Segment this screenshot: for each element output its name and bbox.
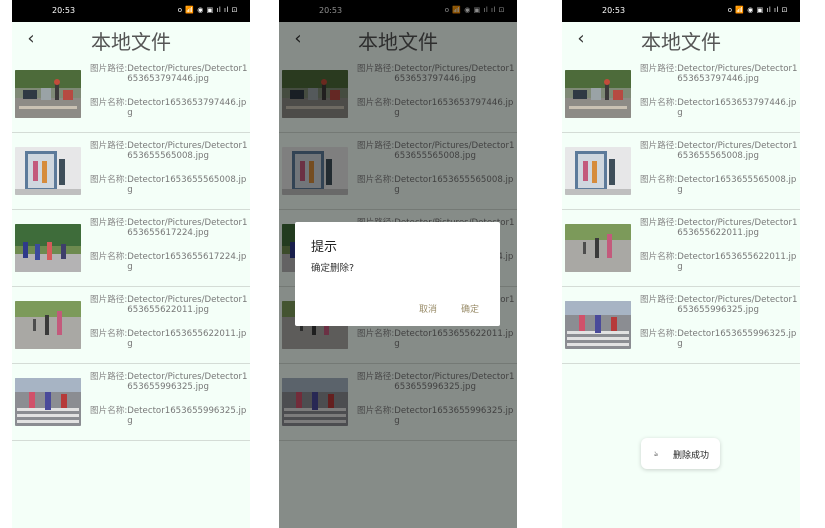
name-value: Detector1653653797446.jpg xyxy=(677,98,797,118)
thumbnail-image xyxy=(565,224,631,272)
name-label: 图片名称: xyxy=(640,175,678,185)
app-bar: ‹ 本地文件 xyxy=(12,22,250,56)
list-item[interactable]: 图片路径: Detector/Pictures/Detector165365556… xyxy=(562,133,800,210)
path-value: Detector/Pictures/Detector1653655622011.… xyxy=(677,218,798,238)
status-time: 20:53 xyxy=(52,6,76,15)
path-value: Detector/Pictures/Detector1653655996325.… xyxy=(127,372,248,392)
file-info: 图片路径:Detector/Pictures/Detector165365562… xyxy=(90,295,248,349)
path-value: Detector/Pictures/Detector1653655622011.… xyxy=(127,295,248,315)
thumbnail-image xyxy=(15,224,81,272)
file-list: 图片路径: Detector/Pictures/Detector165365379… xyxy=(562,56,800,364)
file-info: 图片路径: Detector/Pictures/Detector165365379… xyxy=(90,64,248,118)
path-value: Detector/Pictures/Detector1653655617224.… xyxy=(127,218,248,238)
name-label: 图片名称: xyxy=(640,329,678,339)
status-time: 20:53 xyxy=(602,6,626,15)
dialog-message: 确定删除? xyxy=(311,263,355,274)
file-info: 图片路径: Detector/Pictures/Detector165365556… xyxy=(90,141,248,195)
status-bar: 20:53 ᴏ 📶 ◉ ▣ ıl ıl ⊡ xyxy=(12,0,250,22)
name-label: 图片名称: xyxy=(90,175,128,185)
path-value: Detector/Pictures/Detector1653653797446.… xyxy=(677,64,798,84)
status-icons: ᴏ 📶 ◉ ▣ ıl ıl ⊡ xyxy=(177,6,238,14)
path-label: 图片路径: xyxy=(90,218,128,228)
list-item[interactable]: 图片路径: Detector/Pictures/Detector165365556… xyxy=(12,133,250,210)
name-value: Detector1653655565008.jpg xyxy=(677,175,797,195)
confirm-button[interactable]: 确定 xyxy=(461,302,479,315)
list-item[interactable]: 图片路径: Detector/Pictures/Detector165365379… xyxy=(12,56,250,133)
list-item[interactable]: 图片路径: Detector/Pictures/Detector165365379… xyxy=(562,56,800,133)
file-info: 图片路径: Detector/Pictures/Detector165365599… xyxy=(640,295,798,349)
name-label: 图片名称: xyxy=(90,329,128,339)
path-value: Detector/Pictures/Detector1653653797446.… xyxy=(127,64,248,84)
app-bar: ‹ 本地文件 xyxy=(562,22,800,56)
file-info: 图片路径:Detector/Pictures/Detector165365561… xyxy=(90,218,248,272)
path-value: Detector/Pictures/Detector1653655996325.… xyxy=(677,295,798,315)
thumbnail-image xyxy=(565,147,631,195)
name-value: Detector1653653797446.jpg xyxy=(127,98,247,118)
name-value: Detector1653655565008.jpg xyxy=(127,175,247,195)
list-item[interactable]: 图片路径: Detector/Pictures/Detector165365599… xyxy=(562,287,800,364)
status-bar: 20:53 ᴏ 📶 ◉ ▣ ıl ıl ⊡ xyxy=(562,0,800,22)
path-label: 图片路径: xyxy=(640,64,678,74)
file-info: 图片路径: Detector/Pictures/Detector165365556… xyxy=(640,141,798,195)
name-value: Detector1653655996325.jpg xyxy=(127,406,247,426)
file-info: 图片路径: Detector/Pictures/Detector165365599… xyxy=(90,372,248,426)
file-info: 图片路径:Detector/Pictures/Detector165365562… xyxy=(640,218,798,272)
path-label: 图片路径: xyxy=(640,218,678,228)
path-label: 图片路径: xyxy=(90,295,128,305)
thumbnail-image xyxy=(15,70,81,118)
page-title: 本地文件 xyxy=(91,30,171,54)
list-item[interactable]: 图片路径:Detector/Pictures/Detector165365561… xyxy=(12,210,250,287)
toast: ঌ 删除成功 xyxy=(641,438,720,469)
file-info: 图片路径: Detector/Pictures/Detector165365379… xyxy=(640,64,798,118)
confirm-delete-dialog: 提示 确定删除? 取消 确定 xyxy=(295,222,500,326)
name-label: 图片名称: xyxy=(90,252,128,262)
file-list: 图片路径: Detector/Pictures/Detector165365379… xyxy=(12,56,250,441)
path-label: 图片路径: xyxy=(90,64,128,74)
path-label: 图片路径: xyxy=(640,141,678,151)
name-value: Detector1653655622011.jpg xyxy=(677,252,797,272)
thumbnail-image xyxy=(15,301,81,349)
dialog-title: 提示 xyxy=(311,240,338,255)
phone-screen-list: 20:53 ᴏ 📶 ◉ ▣ ıl ıl ⊡ ‹ 本地文件 图片路径: Detect… xyxy=(12,0,250,528)
name-value: Detector1653655622011.jpg xyxy=(127,329,247,349)
page-title: 本地文件 xyxy=(641,30,721,54)
name-label: 图片名称: xyxy=(90,406,128,416)
list-item[interactable]: 图片路径:Detector/Pictures/Detector165365562… xyxy=(562,210,800,287)
name-value: Detector1653655996325.jpg xyxy=(677,329,797,349)
phone-screen-dialog: 20:53 ᴏ 📶 ◉ ▣ ıl ıl ⊡ ‹ 本地文件 图片路径: Detect… xyxy=(279,0,517,528)
list-item[interactable]: 图片路径:Detector/Pictures/Detector165365562… xyxy=(12,287,250,364)
name-label: 图片名称: xyxy=(640,98,678,108)
name-value: Detector1653655617224.jpg xyxy=(127,252,247,272)
app-icon: ঌ xyxy=(654,450,659,458)
thumbnail-image xyxy=(15,378,81,426)
status-icons: ᴏ 📶 ◉ ▣ ıl ıl ⊡ xyxy=(727,6,788,14)
name-label: 图片名称: xyxy=(640,252,678,262)
path-value: Detector/Pictures/Detector1653655565008.… xyxy=(127,141,248,161)
list-item[interactable]: 图片路径: Detector/Pictures/Detector165365599… xyxy=(12,364,250,441)
thumbnail-image xyxy=(565,70,631,118)
phone-screen-after-delete: 20:53 ᴏ 📶 ◉ ▣ ıl ıl ⊡ ‹ 本地文件 图片路径: Detect… xyxy=(562,0,800,528)
path-value: Detector/Pictures/Detector1653655565008.… xyxy=(677,141,798,161)
thumbnail-image xyxy=(565,301,631,349)
cancel-button[interactable]: 取消 xyxy=(419,302,437,315)
path-label: 图片路径: xyxy=(640,295,678,305)
path-label: 图片路径: xyxy=(90,141,128,151)
path-label: 图片路径: xyxy=(90,372,128,382)
name-label: 图片名称: xyxy=(90,98,128,108)
thumbnail-image xyxy=(15,147,81,195)
toast-message: 删除成功 xyxy=(673,451,710,461)
